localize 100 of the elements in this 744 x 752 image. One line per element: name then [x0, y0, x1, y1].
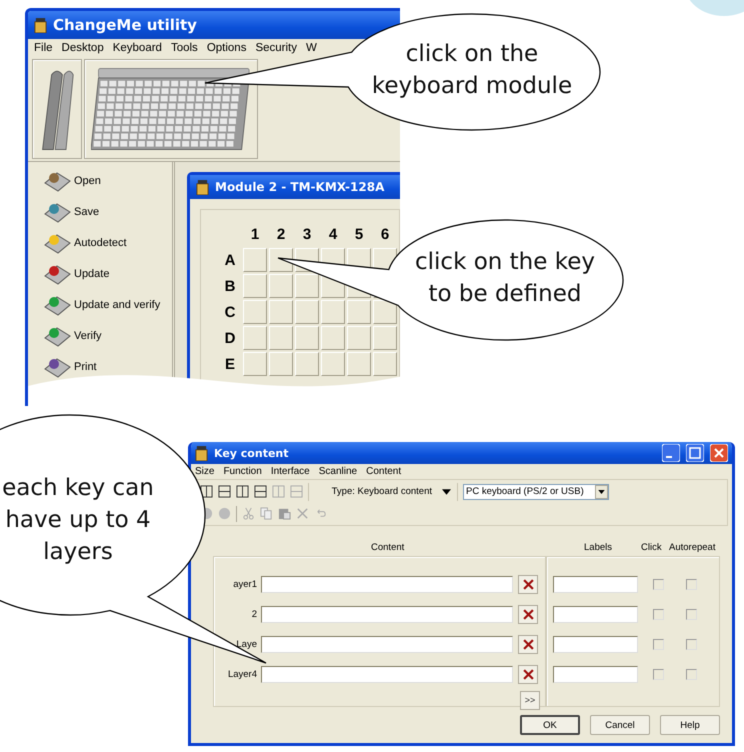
- key-cell[interactable]: [243, 326, 267, 350]
- menu-item[interactable]: Tools: [170, 42, 198, 54]
- delete-icon[interactable]: [296, 507, 309, 520]
- layer-label: Laye: [235, 638, 258, 650]
- click-checkbox[interactable]: [653, 638, 664, 650]
- keyboard-panel[interactable]: [84, 59, 258, 159]
- layer-label: 2: [250, 608, 258, 620]
- action-item[interactable]: Autodetect: [42, 230, 172, 256]
- cross-icon: [522, 668, 534, 680]
- action-item[interactable]: Print: [42, 354, 172, 380]
- app-icon: [34, 18, 47, 32]
- dialog-button[interactable]: OK: [520, 715, 580, 735]
- close-icon[interactable]: [710, 444, 728, 462]
- menu-item[interactable]: Content: [366, 466, 402, 477]
- action-item[interactable]: Open: [42, 168, 172, 194]
- key-cell[interactable]: [269, 300, 293, 324]
- content-field[interactable]: [261, 576, 513, 592]
- click-checkbox[interactable]: [653, 608, 664, 620]
- cross-icon: [522, 578, 534, 590]
- click-checkbox[interactable]: [653, 668, 664, 680]
- key-cell[interactable]: [373, 326, 397, 350]
- menu-item[interactable]: Size: [195, 466, 214, 477]
- key-cell[interactable]: [243, 248, 267, 272]
- click-checkbox[interactable]: [653, 578, 664, 590]
- action-item[interactable]: Verify: [42, 323, 172, 349]
- key-cell[interactable]: [269, 274, 293, 298]
- label-field[interactable]: [553, 636, 638, 652]
- window-title: Key content: [214, 446, 289, 460]
- key-cell[interactable]: [347, 300, 371, 324]
- layout-icon[interactable]: [236, 485, 249, 498]
- menu-item[interactable]: W: [306, 42, 317, 54]
- label-field[interactable]: [553, 666, 638, 682]
- clear-button[interactable]: [518, 634, 538, 654]
- callout-text: each key can have up to 4 layers: [1, 474, 155, 567]
- row-label: D: [224, 330, 236, 346]
- clear-button[interactable]: [518, 574, 538, 594]
- menu-item[interactable]: Keyboard: [112, 42, 162, 54]
- key-cell[interactable]: [373, 352, 397, 376]
- menu-item[interactable]: Function: [223, 466, 262, 477]
- content-field[interactable]: [261, 666, 513, 682]
- key-cell[interactable]: [321, 352, 345, 376]
- menu-item[interactable]: File: [34, 42, 53, 54]
- layout-icon[interactable]: [254, 485, 267, 498]
- action-item[interactable]: Update: [42, 261, 172, 287]
- copy-icon[interactable]: [260, 507, 273, 520]
- layer-label: Layer4: [226, 668, 258, 680]
- key-cell[interactable]: [295, 274, 319, 298]
- key-cell[interactable]: [295, 300, 319, 324]
- key-cell[interactable]: [243, 300, 267, 324]
- key-cell[interactable]: [269, 352, 293, 376]
- key-cell[interactable]: [347, 352, 371, 376]
- cross-icon: [522, 608, 534, 620]
- callout-text: click on the keyboard module: [370, 40, 574, 101]
- content-field[interactable]: [261, 636, 513, 652]
- key-cell[interactable]: [321, 300, 345, 324]
- window-title: ChangeMe utility: [53, 16, 197, 34]
- type-dropdown[interactable]: Type: Keyboard content: [308, 482, 458, 500]
- dropdown-button[interactable]: [595, 484, 608, 498]
- dialog-button[interactable]: Help: [660, 715, 720, 735]
- key-cell[interactable]: [321, 326, 345, 350]
- minimize-icon[interactable]: [662, 444, 680, 462]
- autorepeat-checkbox[interactable]: [686, 638, 697, 650]
- dialog-button[interactable]: Cancel: [590, 715, 650, 735]
- clear-button[interactable]: [518, 664, 538, 684]
- label-field[interactable]: [553, 606, 638, 622]
- label-field[interactable]: [553, 576, 638, 592]
- column-label: 1: [250, 226, 260, 242]
- autorepeat-checkbox[interactable]: [686, 668, 697, 680]
- column-label: 5: [354, 226, 364, 242]
- menu-item[interactable]: Interface: [270, 466, 310, 477]
- device-panel[interactable]: [32, 59, 82, 159]
- action-item[interactable]: Save: [42, 199, 172, 225]
- maximize-icon[interactable]: [686, 444, 704, 462]
- clear-button[interactable]: [518, 604, 538, 624]
- key-cell[interactable]: [295, 352, 319, 376]
- key-cell[interactable]: [347, 326, 371, 350]
- interface-combo[interactable]: PC keyboard (PS/2 or USB): [463, 484, 609, 500]
- key-cell[interactable]: [243, 274, 267, 298]
- key-cell[interactable]: [373, 300, 397, 324]
- more-button[interactable]: >>: [520, 690, 540, 710]
- cut-icon[interactable]: [242, 507, 255, 520]
- key-cell[interactable]: [269, 326, 293, 350]
- menu-item[interactable]: Security: [255, 42, 297, 54]
- key-cell[interactable]: [295, 326, 319, 350]
- autorepeat-checkbox[interactable]: [686, 608, 697, 620]
- column-header: Autorepeat: [669, 542, 716, 553]
- autorepeat-checkbox[interactable]: [686, 578, 697, 590]
- action-item[interactable]: Update and verify: [42, 292, 172, 318]
- menu-item[interactable]: Options: [206, 42, 246, 54]
- paste-icon[interactable]: [278, 507, 291, 520]
- column-label: 4: [328, 226, 338, 242]
- key-cell[interactable]: [243, 352, 267, 376]
- caret-icon: [442, 488, 451, 494]
- menu-item[interactable]: Scanline: [318, 466, 358, 477]
- key-cell[interactable]: [269, 248, 293, 272]
- layer-label: ayer1: [232, 578, 258, 590]
- menu-item[interactable]: Desktop: [62, 42, 104, 54]
- content-field[interactable]: [261, 606, 513, 622]
- row-label: C: [224, 304, 236, 320]
- layout-icon[interactable]: [218, 485, 231, 498]
